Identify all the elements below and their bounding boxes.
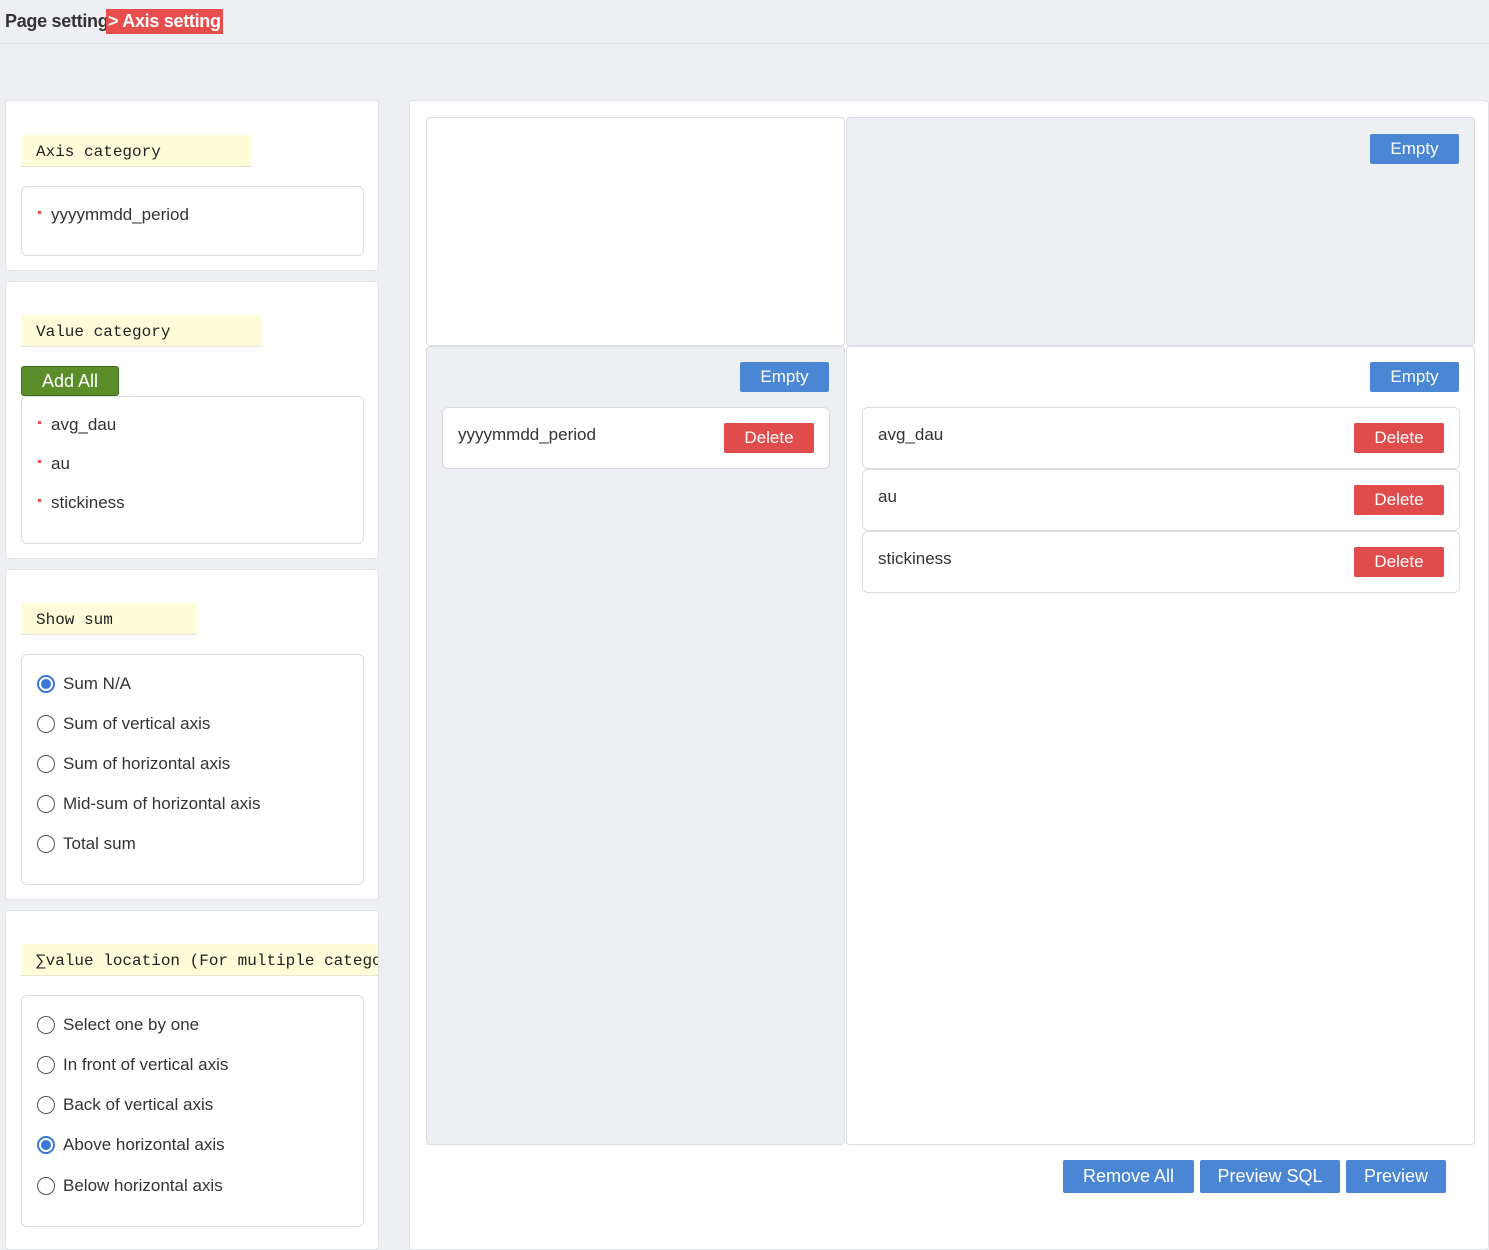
- radio-back-vertical[interactable]: Back of vertical axis: [37, 1095, 213, 1115]
- value-category-list: avg_dau au stickiness: [21, 396, 364, 544]
- axis-category-panel: Axis category yyyymmdd_period: [5, 100, 379, 271]
- delete-button[interactable]: Delete: [724, 423, 814, 453]
- layout-panel: Empty Empty yyyymmdd_period Delete Empty…: [409, 100, 1489, 1250]
- radio-sum-vertical[interactable]: Sum of vertical axis: [37, 714, 210, 734]
- bullet-icon: [38, 211, 41, 215]
- value-field-card[interactable]: au Delete: [862, 469, 1460, 531]
- value-field-label: au: [878, 487, 897, 506]
- radio-unchecked-icon[interactable]: [37, 1096, 55, 1114]
- axis-category-item[interactable]: yyyymmdd_period: [38, 205, 189, 225]
- value-category-item[interactable]: au: [38, 454, 70, 474]
- radio-sum-na[interactable]: Sum N/A: [37, 674, 131, 694]
- row-axis-zone[interactable]: Empty yyyymmdd_period Delete: [426, 346, 845, 1145]
- radio-unchecked-icon[interactable]: [37, 715, 55, 733]
- value-category-panel: Value category Add All avg_dau au sticki…: [5, 281, 379, 559]
- radio-front-vertical[interactable]: In front of vertical axis: [37, 1055, 228, 1075]
- value-location-panel: ∑value location (For multiple categories…: [5, 910, 379, 1250]
- radio-checked-icon[interactable]: [37, 675, 55, 693]
- values-zone[interactable]: Empty avg_dau Delete au Delete stickines…: [846, 346, 1475, 1145]
- delete-button[interactable]: Delete: [1354, 423, 1444, 453]
- show-sum-title: Show sum: [21, 603, 197, 635]
- value-category-title: Value category: [21, 315, 262, 347]
- radio-select-one-by-one[interactable]: Select one by one: [37, 1015, 199, 1035]
- value-location-title: ∑value location (For multiple categories…: [21, 944, 378, 976]
- radio-above-horizontal[interactable]: Above horizontal axis: [37, 1135, 225, 1155]
- preview-sql-button[interactable]: Preview SQL: [1200, 1160, 1340, 1193]
- delete-button[interactable]: Delete: [1354, 547, 1444, 577]
- radio-unchecked-icon[interactable]: [37, 1016, 55, 1034]
- radio-unchecked-icon[interactable]: [37, 1177, 55, 1195]
- bullet-icon: [38, 460, 41, 464]
- remove-all-button[interactable]: Remove All: [1063, 1160, 1194, 1193]
- bullet-icon: [38, 421, 41, 425]
- radio-unchecked-icon[interactable]: [37, 755, 55, 773]
- radio-total-sum[interactable]: Total sum: [37, 834, 136, 854]
- value-field-card[interactable]: avg_dau Delete: [862, 407, 1460, 469]
- preview-button[interactable]: Preview: [1346, 1160, 1446, 1193]
- radio-checked-icon[interactable]: [37, 1136, 55, 1154]
- radio-below-horizontal[interactable]: Below horizontal axis: [37, 1176, 223, 1196]
- show-sum-panel: Show sum Sum N/A Sum of vertical axis Su…: [5, 569, 379, 900]
- value-field-card[interactable]: stickiness Delete: [862, 531, 1460, 593]
- show-sum-options: Sum N/A Sum of vertical axis Sum of hori…: [21, 654, 364, 885]
- axis-category-list: yyyymmdd_period: [21, 186, 364, 256]
- breadcrumb-axis-setting: > Axis setting: [106, 9, 223, 34]
- breadcrumb-page-setting[interactable]: Page setting: [5, 11, 109, 32]
- value-location-options: Select one by one In front of vertical a…: [21, 995, 364, 1227]
- empty-button[interactable]: Empty: [1370, 362, 1459, 392]
- radio-unchecked-icon[interactable]: [37, 795, 55, 813]
- corner-zone: [426, 117, 845, 346]
- empty-button[interactable]: Empty: [740, 362, 829, 392]
- value-field-label: avg_dau: [878, 425, 944, 444]
- delete-button[interactable]: Delete: [1354, 485, 1444, 515]
- value-category-item[interactable]: stickiness: [38, 493, 125, 513]
- value-category-item[interactable]: avg_dau: [38, 415, 116, 435]
- radio-unchecked-icon[interactable]: [37, 1056, 55, 1074]
- radio-unchecked-icon[interactable]: [37, 835, 55, 853]
- column-axis-zone[interactable]: Empty: [846, 117, 1475, 346]
- axis-field-card[interactable]: yyyymmdd_period Delete: [442, 407, 830, 469]
- breadcrumb: Page setting > Axis setting: [0, 0, 1489, 44]
- empty-button[interactable]: Empty: [1370, 134, 1459, 164]
- add-all-button[interactable]: Add All: [21, 366, 119, 396]
- radio-sum-horizontal[interactable]: Sum of horizontal axis: [37, 754, 230, 774]
- axis-category-title: Axis category: [21, 135, 251, 167]
- axis-field-label: yyyymmdd_period: [458, 425, 596, 444]
- bullet-icon: [38, 499, 41, 503]
- value-field-label: stickiness: [878, 549, 952, 568]
- radio-mid-sum-horizontal[interactable]: Mid-sum of horizontal axis: [37, 794, 260, 814]
